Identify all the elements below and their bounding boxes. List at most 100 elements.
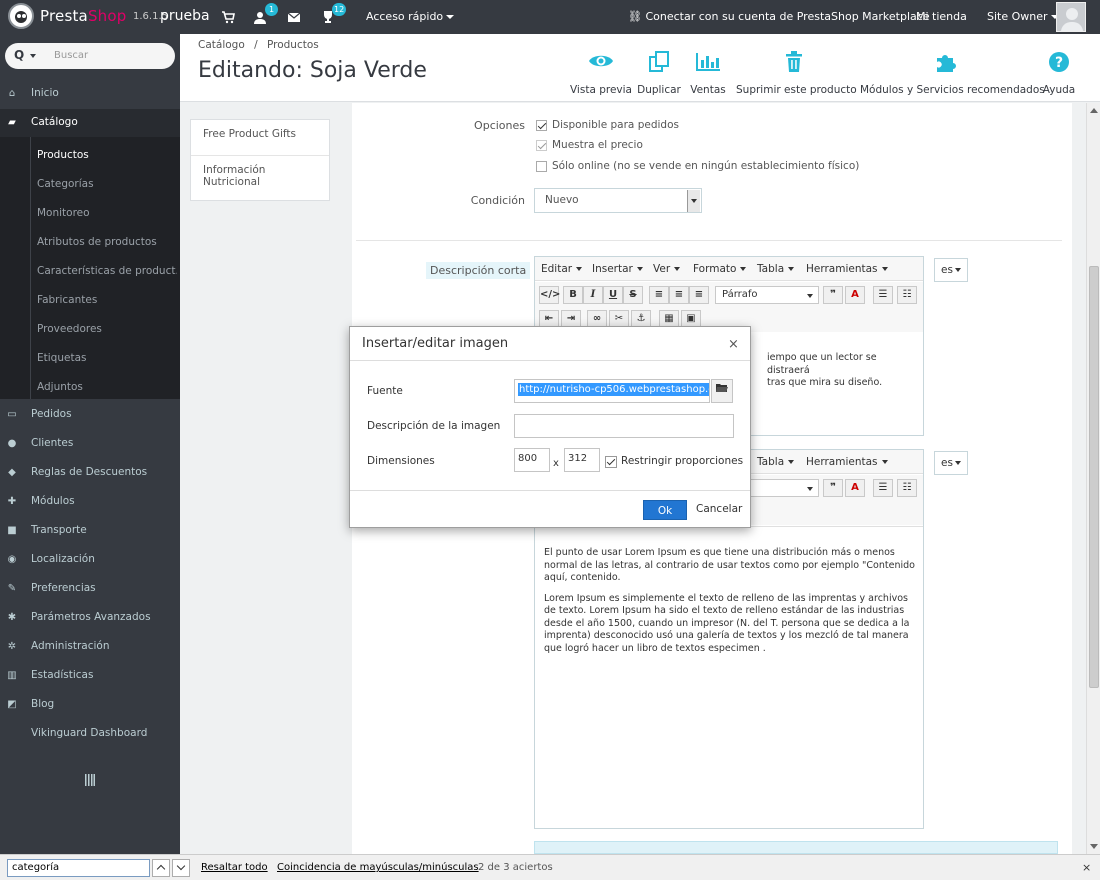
scroll-up-icon[interactable]: [1090, 108, 1098, 113]
sidebar-item-vikinguard[interactable]: Vikinguard Dashboard: [0, 720, 180, 748]
cart-icon[interactable]: [221, 10, 235, 24]
sidebar-item-localizacion[interactable]: ◉ Localización: [0, 546, 180, 574]
close-icon[interactable]: ×: [728, 337, 739, 352]
sidebar-item-estadisticas[interactable]: ▥ Estadísticas: [0, 662, 180, 690]
submenu-item-proveedores[interactable]: Proveedores: [37, 323, 177, 335]
sidebar-item-modulos[interactable]: ✚ Módulos: [0, 488, 180, 516]
find-next-icon[interactable]: [172, 859, 190, 877]
chevron-down-icon[interactable]: [30, 54, 36, 58]
marketplace-link[interactable]: ⛓ Conectar con su cuenta de PrestaShop M…: [628, 10, 930, 23]
customers-badge[interactable]: 1: [265, 3, 278, 16]
width-input[interactable]: 800: [514, 448, 550, 472]
align-left-icon[interactable]: ≡: [649, 286, 669, 304]
checkbox-show-price[interactable]: [536, 140, 547, 151]
close-icon[interactable]: ×: [1082, 861, 1091, 874]
submenu-item-productos[interactable]: Productos: [37, 149, 177, 161]
checkbox-available-for-order[interactable]: [536, 120, 547, 131]
bullet-list-icon[interactable]: ☰: [873, 479, 893, 497]
sidebar-item-administracion[interactable]: ✲ Administración: [0, 633, 180, 661]
text-color-icon[interactable]: A: [845, 479, 865, 497]
checkbox-online-only[interactable]: [536, 161, 547, 172]
recommended-modules-button[interactable]: Módulos y Servicios recomendados: [860, 51, 1045, 96]
search-icon[interactable]: Q: [14, 48, 24, 62]
duplicate-button[interactable]: Duplicar: [636, 51, 682, 96]
browse-folder-button[interactable]: [711, 379, 733, 403]
text-color-icon[interactable]: A: [845, 286, 865, 304]
sidebar-item-descuentos[interactable]: ◆ Reglas de Descuentos: [0, 459, 180, 487]
underline-button[interactable]: U: [603, 286, 623, 304]
sidebar-item-parametros[interactable]: ✱ Parámetros Avanzados: [0, 604, 180, 632]
menu-herramientas[interactable]: Herramientas: [806, 263, 888, 275]
description-text[interactable]: El punto de usar Lorem Ipsum es que tien…: [544, 547, 916, 655]
height-input[interactable]: 312: [564, 448, 600, 472]
format-select[interactable]: Párrafo: [715, 286, 819, 304]
submenu-item-fabricantes[interactable]: Fabricantes: [37, 294, 177, 306]
image-description-input[interactable]: [514, 414, 734, 438]
sidebar-search[interactable]: Q Buscar: [5, 43, 175, 69]
condition-select[interactable]: Nuevo: [534, 188, 702, 213]
menu-ver[interactable]: Ver: [653, 263, 681, 275]
sidebar-item-transporte[interactable]: ■ Transporte: [0, 517, 180, 545]
sidebar-item-catalogo[interactable]: ▰ Catálogo: [0, 109, 180, 137]
sidebar-item-preferencias[interactable]: ✎ Preferencias: [0, 575, 180, 603]
highlight-all-option[interactable]: Resaltar todo: [201, 862, 268, 873]
sidebar-item-blog[interactable]: ◩ Blog: [0, 691, 180, 719]
language-dropdown[interactable]: es: [934, 451, 968, 475]
tab-informacion-nutricional[interactable]: Información Nutricional: [191, 156, 329, 202]
find-previous-icon[interactable]: [152, 859, 170, 877]
my-store-link[interactable]: Mi tienda: [916, 10, 967, 23]
find-input[interactable]: categoría: [7, 859, 150, 877]
quick-access-menu[interactable]: Acceso rápido: [366, 10, 455, 23]
source-input[interactable]: http://nutrisho-cp506.webprestashop.c: [514, 379, 710, 403]
numbered-list-icon[interactable]: ☷: [897, 479, 917, 497]
submenu-item-atributos[interactable]: Atributos de productos: [37, 236, 177, 248]
source-code-button[interactable]: </>: [539, 286, 560, 304]
sidebar-item-inicio[interactable]: ⌂ Inicio: [0, 80, 180, 108]
scroll-down-icon[interactable]: [1090, 844, 1098, 849]
strikethrough-button[interactable]: S: [623, 286, 643, 304]
breadcrumb-catalogo[interactable]: Catálogo: [198, 39, 245, 51]
scroll-thumb[interactable]: [1089, 266, 1099, 688]
blockquote-icon[interactable]: ❞: [823, 479, 843, 497]
user-menu[interactable]: Site Owner: [987, 10, 1059, 23]
page-scrollbar[interactable]: [1086, 103, 1100, 854]
submenu-item-etiquetas[interactable]: Etiquetas: [37, 352, 177, 364]
italic-button[interactable]: I: [583, 286, 603, 304]
ok-button[interactable]: Ok: [643, 500, 687, 520]
avatar[interactable]: [1056, 2, 1086, 32]
help-button[interactable]: ? Ayuda: [1040, 51, 1078, 96]
bold-button[interactable]: B: [563, 286, 583, 304]
match-case-option[interactable]: Coincidencia de mayúsculas/minúsculas: [277, 862, 479, 873]
numbered-list-icon[interactable]: ☷: [897, 286, 917, 304]
bullet-list-icon[interactable]: ☰: [873, 286, 893, 304]
submenu-item-monitoreo[interactable]: Monitoreo: [37, 207, 177, 219]
search-input[interactable]: Buscar: [54, 50, 88, 61]
shop-name-link[interactable]: prueba: [160, 8, 210, 24]
breadcrumb-productos[interactable]: Productos: [267, 39, 319, 51]
cancel-button[interactable]: Cancelar: [696, 503, 742, 515]
submenu-item-categorias[interactable]: Categorías: [37, 178, 177, 190]
short-description-text[interactable]: iempo que un lector se distraerá tras qu…: [767, 352, 921, 390]
envelope-icon[interactable]: [287, 10, 301, 24]
language-dropdown[interactable]: es: [934, 258, 968, 282]
submenu-item-caracteristicas[interactable]: Características de product...: [37, 265, 177, 277]
preview-button[interactable]: Vista previa: [568, 51, 634, 96]
sidebar-item-pedidos[interactable]: ▭ Pedidos: [0, 401, 180, 429]
blockquote-icon[interactable]: ❞: [823, 286, 843, 304]
align-right-icon[interactable]: ≡: [689, 286, 709, 304]
menu-formato[interactable]: Formato: [693, 263, 747, 275]
constrain-proportions-checkbox[interactable]: [605, 456, 617, 468]
delete-product-button[interactable]: Suprimir este producto: [736, 51, 857, 96]
notifications-badge[interactable]: 12: [332, 3, 347, 16]
menu-herramientas[interactable]: Herramientas: [806, 456, 888, 468]
tab-free-product-gifts[interactable]: Free Product Gifts: [191, 120, 329, 156]
submenu-item-adjuntos[interactable]: Adjuntos: [37, 381, 177, 393]
menu-tabla[interactable]: Tabla: [757, 456, 795, 468]
menu-insertar[interactable]: Insertar: [592, 263, 643, 275]
prestashop-logo-icon[interactable]: [8, 3, 34, 29]
align-center-icon[interactable]: ≡: [669, 286, 689, 304]
menu-tabla[interactable]: Tabla: [757, 263, 795, 275]
sidebar-item-clientes[interactable]: ● Clientes: [0, 430, 180, 458]
menu-editar[interactable]: Editar: [541, 263, 583, 275]
collapse-sidebar-icon[interactable]: [85, 774, 95, 786]
